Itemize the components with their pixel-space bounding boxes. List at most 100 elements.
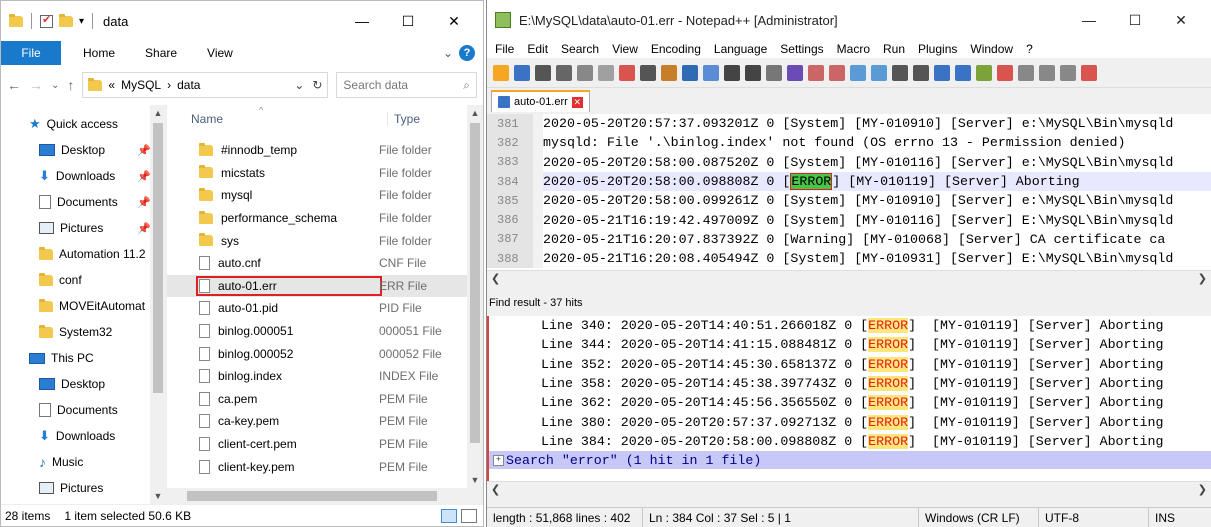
address-bar[interactable]: « MySQL › data ⌄ ↻ xyxy=(82,72,329,98)
scroll-up-icon[interactable]: ▲ xyxy=(467,105,483,121)
nav-item[interactable]: Desktop 📌 xyxy=(1,137,166,163)
menu-item[interactable]: Settings xyxy=(780,42,823,56)
menu-item[interactable]: Encoding xyxy=(651,42,701,56)
scroll-left-icon[interactable]: ❮ xyxy=(491,272,500,285)
editor-line[interactable]: 384 2020-05-20T20:58:00.098808Z 0 [ERROR]… xyxy=(487,171,1211,192)
editor-line[interactable]: 381 2020-05-20T20:57:37.093201Z 0 [System… xyxy=(487,114,1211,134)
nav-item[interactable]: ⬇ Downloads xyxy=(1,423,166,449)
scroll-up-icon[interactable]: ▲ xyxy=(150,105,166,121)
close-button[interactable]: ✕ xyxy=(431,1,477,41)
menu-item[interactable]: Edit xyxy=(527,42,548,56)
file-row[interactable]: ca-key.pem PEM File xyxy=(167,410,467,433)
menu-item[interactable]: Run xyxy=(883,42,905,56)
scroll-down-icon[interactable]: ▼ xyxy=(150,488,166,504)
toolbar-button-icon[interactable] xyxy=(829,64,845,81)
file-row[interactable]: binlog.000052 000052 File xyxy=(167,342,467,365)
toolbar-button-icon[interactable] xyxy=(514,64,530,81)
file-row[interactable]: performance_schema File folder xyxy=(167,207,467,230)
scroll-thumb[interactable] xyxy=(153,123,163,393)
back-icon[interactable]: ← xyxy=(7,77,21,93)
toolbar-button-icon[interactable] xyxy=(661,64,677,81)
customize-toolbar-icon[interactable]: ▾ xyxy=(79,16,84,27)
toolbar-button-icon[interactable] xyxy=(724,64,740,81)
toolbar-button-icon[interactable] xyxy=(1081,64,1097,81)
new-folder-icon[interactable] xyxy=(59,13,73,27)
file-row[interactable]: client-cert.pem PEM File xyxy=(167,433,467,456)
toolbar-button-icon[interactable] xyxy=(934,64,950,81)
toolbar-button-icon[interactable] xyxy=(850,64,866,81)
nav-item[interactable]: This PC xyxy=(1,345,166,371)
address-dropdown-icon[interactable]: ⌄ xyxy=(294,78,304,92)
file-row[interactable]: #innodb_temp File folder xyxy=(167,139,467,162)
editor-line[interactable]: 388 2020-05-21T16:20:08.405494Z 0 [System… xyxy=(487,249,1211,269)
find-result-line[interactable]: Line 344: 2020-05-20T14:41:15.088481Z 0 … xyxy=(489,335,1211,354)
file-row[interactable]: auto-01.pid PID File xyxy=(167,297,467,320)
file-row[interactable]: ca.pem PEM File xyxy=(167,388,467,411)
pin-icon[interactable]: 📌 xyxy=(137,196,151,209)
toolbar-button-icon[interactable] xyxy=(535,64,551,81)
menu-item[interactable]: Search xyxy=(561,42,599,56)
view-tab[interactable]: View xyxy=(195,46,245,60)
nav-item[interactable]: Desktop xyxy=(1,371,166,397)
file-row[interactable]: client-key.pem PEM File xyxy=(167,455,467,478)
large-icons-view-icon[interactable] xyxy=(461,508,477,523)
toolbar-button-icon[interactable] xyxy=(892,64,908,81)
scroll-right-icon[interactable]: ❯ xyxy=(1198,483,1207,496)
nav-item[interactable]: Documents xyxy=(1,397,166,423)
toolbar-button-icon[interactable] xyxy=(997,64,1013,81)
recent-locations-icon[interactable]: ⌄ xyxy=(51,80,59,91)
file-row[interactable]: auto.cnf CNF File xyxy=(167,252,467,275)
nav-item[interactable]: Automation 11.2 xyxy=(1,241,166,267)
nav-item[interactable]: ⬇ Downloads 📌 xyxy=(1,163,166,189)
file-list-hscrollbar[interactable] xyxy=(167,488,483,504)
folder-icon[interactable] xyxy=(9,13,23,27)
scroll-thumb[interactable] xyxy=(470,123,480,443)
toolbar-button-icon[interactable] xyxy=(598,64,614,81)
search-box[interactable]: Search data ⌕ xyxy=(336,72,477,98)
tab-auto-01-err[interactable]: auto-01.err ✕ xyxy=(491,90,590,112)
toolbar-button-icon[interactable] xyxy=(871,64,887,81)
file-list-scrollbar[interactable]: ▲ ▼ xyxy=(467,105,483,488)
find-result-line[interactable]: Line 384: 2020-05-20T20:58:00.098808Z 0 … xyxy=(489,432,1211,451)
toolbar-button-icon[interactable] xyxy=(745,64,761,81)
find-result-line[interactable]: Line 362: 2020-05-20T14:45:56.356550Z 0 … xyxy=(489,393,1211,412)
find-result-line[interactable]: Line 358: 2020-05-20T14:45:38.397743Z 0 … xyxy=(489,374,1211,393)
editor-hscrollbar[interactable]: ❮ ❯ xyxy=(487,270,1211,287)
nav-item[interactable]: Pictures xyxy=(1,475,166,501)
toolbar-button-icon[interactable] xyxy=(976,64,992,81)
nav-item[interactable]: ♪ Music xyxy=(1,449,166,475)
text-editor[interactable]: 381 2020-05-20T20:57:37.093201Z 0 [System… xyxy=(487,114,1211,270)
expand-icon[interactable]: + xyxy=(493,454,504,466)
scroll-left-icon[interactable]: ❮ xyxy=(491,483,500,496)
maximize-button[interactable]: ☐ xyxy=(385,1,431,41)
scroll-thumb[interactable] xyxy=(187,491,437,501)
file-row[interactable]: binlog.000051 000051 File xyxy=(167,320,467,343)
share-tab[interactable]: Share xyxy=(133,46,189,60)
toolbar-button-icon[interactable] xyxy=(703,64,719,81)
breadcrumb-mysql[interactable]: MySQL xyxy=(121,78,161,92)
nav-item[interactable]: MOVEitAutomat xyxy=(1,293,166,319)
details-view-icon[interactable] xyxy=(441,508,457,523)
toolbar-button-icon[interactable] xyxy=(682,64,698,81)
menu-item[interactable]: Plugins xyxy=(918,42,957,56)
results-hscrollbar[interactable]: ❮ ❯ xyxy=(487,481,1211,498)
pin-icon[interactable]: 📌 xyxy=(137,170,151,183)
editor-line[interactable]: 383 2020-05-20T20:58:00.087520Z 0 [System… xyxy=(487,152,1211,172)
menu-item[interactable]: View xyxy=(612,42,638,56)
nav-item[interactable]: conf xyxy=(1,267,166,293)
menu-item[interactable]: File xyxy=(495,42,514,56)
ribbon-expand-icon[interactable]: ⌄ xyxy=(443,46,453,60)
menu-item[interactable]: Language xyxy=(714,42,767,56)
toolbar-button-icon[interactable] xyxy=(955,64,971,81)
maximize-button[interactable]: ☐ xyxy=(1112,0,1158,40)
toolbar-button-icon[interactable] xyxy=(1039,64,1055,81)
editor-line[interactable]: 387 2020-05-21T16:20:07.837392Z 0 [Warnin… xyxy=(487,229,1211,250)
properties-icon[interactable] xyxy=(40,13,53,28)
toolbar-button-icon[interactable] xyxy=(766,64,782,81)
breadcrumb-data[interactable]: data xyxy=(177,78,200,92)
search-input[interactable]: Search data xyxy=(343,78,408,92)
address-overflow[interactable]: « xyxy=(108,78,115,92)
toolbar-button-icon[interactable] xyxy=(1018,64,1034,81)
find-results-panel[interactable]: Line 340: 2020-05-20T14:40:51.266018Z 0 … xyxy=(487,316,1211,481)
pin-icon[interactable]: 📌 xyxy=(137,144,151,157)
